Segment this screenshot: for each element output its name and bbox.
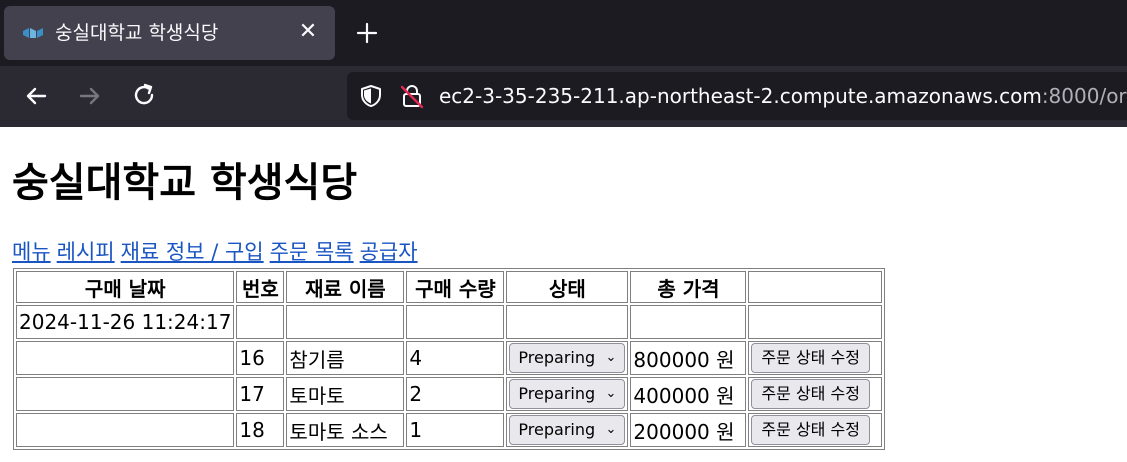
insecure-lock-icon[interactable] — [399, 83, 425, 109]
column-header-status: 상태 — [506, 271, 629, 303]
empty-cell — [406, 305, 505, 339]
column-header-date: 구매 날짜 — [16, 271, 235, 303]
close-tab-icon[interactable]: ✕ — [294, 18, 322, 46]
nav-link-recipe[interactable]: 레시피 — [57, 240, 115, 264]
table-row: 16 참기름 4 Preparing ⌄ 800000 원 주문 상태 수정 — [16, 341, 883, 375]
item-id-cell: 17 — [236, 377, 285, 411]
column-header-quantity: 구매 수량 — [406, 271, 505, 303]
column-header-price: 총 가격 — [630, 271, 747, 303]
url-text[interactable]: ec2-3-35-235-211.ap-northeast-2.compute.… — [439, 81, 1127, 111]
tracking-protection-shield-icon[interactable] — [359, 84, 383, 108]
item-quantity-cell: 1 — [406, 413, 505, 447]
nav-links: 메뉴 레시피 재료 정보 / 구입 주문 목록 공급자 — [12, 238, 418, 266]
url-host: ec2-3-35-235-211.ap-northeast-2.compute.… — [439, 84, 1042, 108]
action-cell: 주문 상태 수정 — [748, 377, 883, 411]
forward-arrow-icon[interactable] — [74, 80, 106, 112]
status-select-value: Preparing — [518, 348, 596, 367]
empty-cell — [286, 305, 405, 339]
table-row: 18 토마토 소스 1 Preparing ⌄ 200000 원 주문 상태 수정 — [16, 413, 883, 447]
status-select-value: Preparing — [518, 420, 596, 439]
item-price-cell: 800000 원 — [630, 341, 747, 375]
empty-cell — [506, 305, 629, 339]
browser-tab[interactable]: 숭실대학교 학생식당 ✕ — [4, 6, 335, 60]
table-header-row: 구매 날짜 번호 재료 이름 구매 수량 상태 총 가격 — [16, 271, 883, 303]
column-header-id: 번호 — [236, 271, 285, 303]
nav-link-orders[interactable]: 주문 목록 — [270, 240, 354, 264]
site-favicon-icon — [23, 28, 43, 38]
status-cell: Preparing ⌄ — [506, 413, 629, 447]
empty-cell — [748, 305, 883, 339]
back-arrow-icon[interactable] — [20, 80, 52, 112]
page-title: 숭실대학교 학생식당 — [12, 160, 358, 206]
table-row: 17 토마토 2 Preparing ⌄ 400000 원 주문 상태 수정 — [16, 377, 883, 411]
chevron-down-icon: ⌄ — [605, 422, 617, 437]
chevron-down-icon: ⌄ — [605, 350, 617, 365]
empty-cell — [236, 305, 285, 339]
item-name-cell: 토마토 소스 — [286, 413, 405, 447]
status-select[interactable]: Preparing ⌄ — [509, 379, 626, 409]
item-quantity-cell: 2 — [406, 377, 505, 411]
action-cell: 주문 상태 수정 — [748, 341, 883, 375]
nav-link-suppliers[interactable]: 공급자 — [360, 240, 418, 264]
tab-bar: 숭실대학교 학생식당 ✕ — [0, 0, 1127, 66]
item-quantity-cell: 4 — [406, 341, 505, 375]
nav-link-ingredients[interactable]: 재료 정보 / 구입 — [121, 240, 264, 264]
item-price-cell: 200000 원 — [630, 413, 747, 447]
column-header-name: 재료 이름 — [286, 271, 405, 303]
navigation-toolbar: ec2-3-35-235-211.ap-northeast-2.compute.… — [0, 66, 1127, 127]
status-select[interactable]: Preparing ⌄ — [509, 415, 626, 445]
status-select[interactable]: Preparing ⌄ — [509, 343, 626, 373]
item-price-cell: 400000 원 — [630, 377, 747, 411]
empty-cell — [16, 413, 235, 447]
reload-icon[interactable] — [128, 80, 160, 112]
item-id-cell: 18 — [236, 413, 285, 447]
update-status-button[interactable]: 주문 상태 수정 — [751, 343, 870, 373]
update-status-button[interactable]: 주문 상태 수정 — [751, 379, 870, 409]
status-select-value: Preparing — [518, 384, 596, 403]
new-tab-icon[interactable] — [352, 18, 382, 48]
empty-cell — [16, 377, 235, 411]
status-cell: Preparing ⌄ — [506, 341, 629, 375]
nav-link-menu[interactable]: 메뉴 — [12, 240, 51, 264]
status-cell: Preparing ⌄ — [506, 377, 629, 411]
orders-table: 구매 날짜 번호 재료 이름 구매 수량 상태 총 가격 2024-11-26 … — [13, 268, 886, 450]
page-content: 숭실대학교 학생식당 메뉴 레시피 재료 정보 / 구입 주문 목록 공급자 구매 날짜… — [0, 127, 1127, 462]
chevron-down-icon: ⌄ — [605, 386, 617, 401]
empty-cell — [630, 305, 747, 339]
order-group-row: 2024-11-26 11:24:17 — [16, 305, 883, 339]
order-date-cell: 2024-11-26 11:24:17 — [16, 305, 235, 339]
tab-title: 숭실대학교 학생식당 — [55, 22, 219, 44]
action-cell: 주문 상태 수정 — [748, 413, 883, 447]
empty-cell — [16, 341, 235, 375]
url-bar[interactable]: ec2-3-35-235-211.ap-northeast-2.compute.… — [347, 72, 1127, 120]
item-id-cell: 16 — [236, 341, 285, 375]
url-path: :8000/order — [1041, 84, 1127, 108]
item-name-cell: 토마토 — [286, 377, 405, 411]
update-status-button[interactable]: 주문 상태 수정 — [751, 415, 870, 445]
item-name-cell: 참기름 — [286, 341, 405, 375]
column-header-action — [748, 271, 883, 303]
